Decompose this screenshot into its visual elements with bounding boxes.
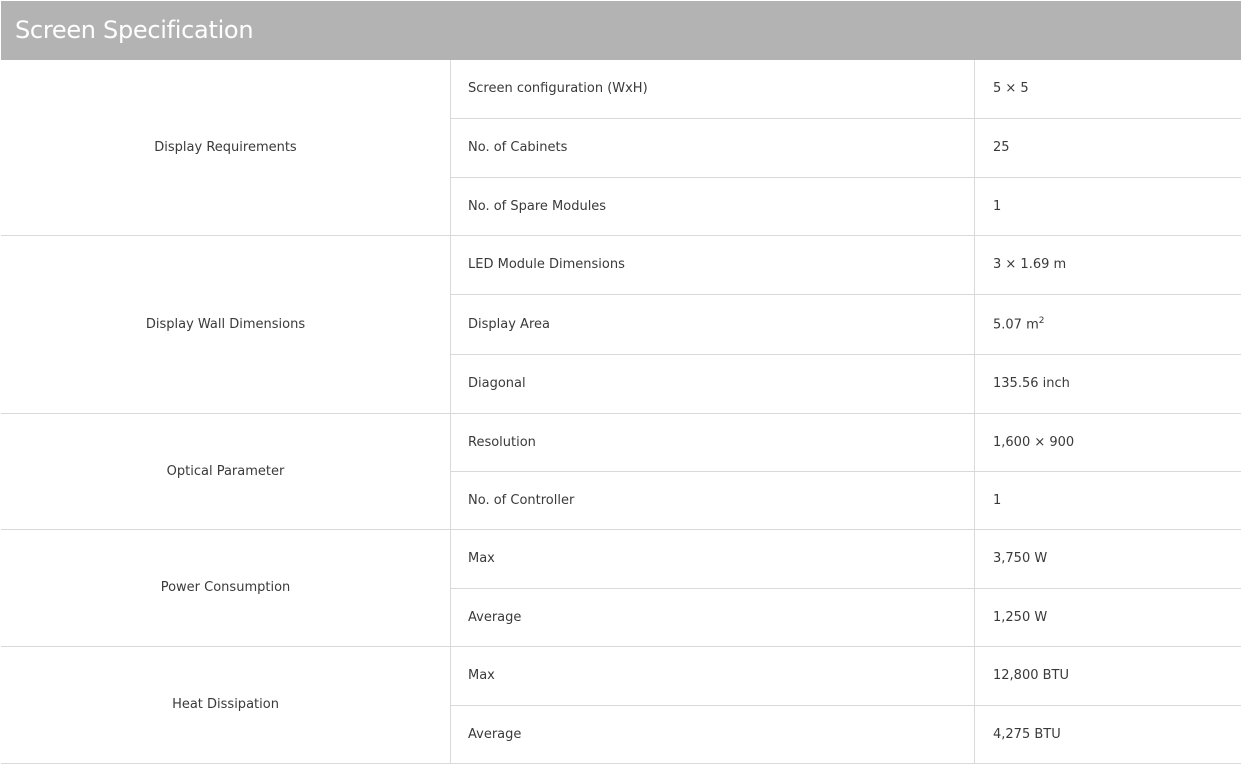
group-label: Optical Parameter [1,413,451,530]
group-label: Power Consumption [1,529,451,647]
spec-table: Display Requirements Screen configuratio… [1,60,1241,764]
row-value: 1,600 × 900 [974,413,1241,472]
row-value: 1 [974,177,1241,236]
row-label: No. of Spare Modules [450,177,975,236]
row-label: Diagonal [450,354,975,414]
group-label: Display Wall Dimensions [1,235,451,414]
row-label: Average [450,588,975,647]
table-row: Display Requirements Screen configuratio… [1,60,1241,236]
row-label: No. of Cabinets [450,118,975,178]
row-label: Max [450,646,975,706]
row-value: 4,275 BTU [974,705,1241,764]
row-label: Display Area [450,294,975,355]
row-label: LED Module Dimensions [450,235,975,295]
row-value: 1 [974,471,1241,530]
group-label: Display Requirements [1,60,451,236]
table-row: Power Consumption Max 3,750 W [1,529,1241,647]
row-value: 5.07 m2 [974,294,1241,355]
row-label: Resolution [450,413,975,472]
table-row: Optical Parameter Resolution 1,600 × 900 [1,413,1241,530]
spec-page: Screen Specification Display Requirement… [0,0,1242,764]
row-value: 3 × 1.69 m [974,235,1241,295]
row-value: 1,250 W [974,588,1241,647]
row-value: 135.56 inch [974,354,1241,414]
superscript: 2 [1038,315,1045,326]
table-row: Display Wall Dimensions LED Module Dimen… [1,235,1241,414]
row-value: 3,750 W [974,529,1241,589]
group-label: Heat Dissipation [1,646,451,764]
value-text: 5.07 m [993,317,1039,333]
table-row: Heat Dissipation Max 12,800 BTU [1,646,1241,764]
row-label: No. of Controller [450,471,975,530]
row-label: Max [450,529,975,589]
row-label: Average [450,705,975,764]
row-value: 12,800 BTU [974,646,1241,706]
row-value: 25 [974,118,1241,178]
section-title: Screen Specification [1,1,1241,60]
row-value: 5 × 5 [974,60,1241,119]
row-label: Screen configuration (WxH) [450,60,975,119]
